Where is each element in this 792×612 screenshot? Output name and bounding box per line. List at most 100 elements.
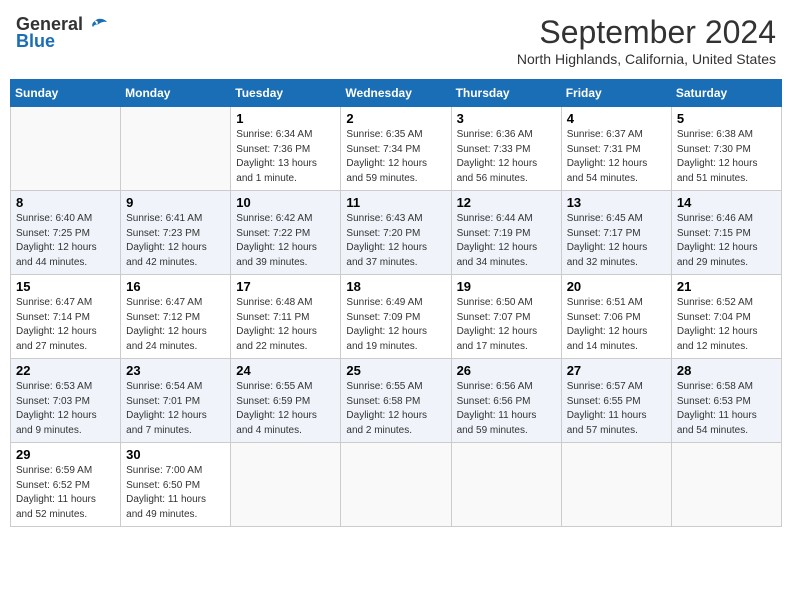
calendar-day-cell: 27 Sunrise: 6:57 AMSunset: 6:55 PMDayligh… bbox=[561, 359, 671, 443]
day-info: Sunrise: 6:38 AMSunset: 7:30 PMDaylight:… bbox=[677, 128, 776, 186]
day-number: 8 bbox=[16, 195, 115, 210]
logo: General Blue bbox=[16, 14, 107, 52]
day-info: Sunrise: 6:45 AMSunset: 7:17 PMDaylight:… bbox=[567, 212, 666, 270]
day-number: 21 bbox=[677, 279, 776, 294]
day-number: 29 bbox=[16, 447, 115, 462]
day-info: Sunrise: 6:35 AMSunset: 7:34 PMDaylight:… bbox=[346, 128, 445, 186]
col-header-tuesday: Tuesday bbox=[231, 80, 341, 107]
day-number: 25 bbox=[346, 363, 445, 378]
calendar-day-cell: 8 Sunrise: 6:40 AMSunset: 7:25 PMDaylight… bbox=[11, 191, 121, 275]
calendar-day-cell: 9 Sunrise: 6:41 AMSunset: 7:23 PMDaylight… bbox=[121, 191, 231, 275]
title-block: September 2024 North Highlands, Californ… bbox=[517, 14, 776, 67]
calendar-week-row: 15 Sunrise: 6:47 AMSunset: 7:14 PMDayligh… bbox=[11, 275, 782, 359]
day-info: Sunrise: 6:50 AMSunset: 7:07 PMDaylight:… bbox=[457, 296, 556, 354]
calendar-day-cell: 23 Sunrise: 6:54 AMSunset: 7:01 PMDayligh… bbox=[121, 359, 231, 443]
day-info: Sunrise: 6:57 AMSunset: 6:55 PMDaylight:… bbox=[567, 380, 666, 438]
day-number: 19 bbox=[457, 279, 556, 294]
day-number: 27 bbox=[567, 363, 666, 378]
day-number: 26 bbox=[457, 363, 556, 378]
calendar-day-cell: 22 Sunrise: 6:53 AMSunset: 7:03 PMDayligh… bbox=[11, 359, 121, 443]
day-info: Sunrise: 6:46 AMSunset: 7:15 PMDaylight:… bbox=[677, 212, 776, 270]
calendar-day-cell: 10 Sunrise: 6:42 AMSunset: 7:22 PMDayligh… bbox=[231, 191, 341, 275]
day-info: Sunrise: 6:54 AMSunset: 7:01 PMDaylight:… bbox=[126, 380, 225, 438]
empty-cell bbox=[451, 443, 561, 527]
calendar-day-cell: 1 Sunrise: 6:34 AMSunset: 7:36 PMDaylight… bbox=[231, 107, 341, 191]
day-info: Sunrise: 6:47 AMSunset: 7:12 PMDaylight:… bbox=[126, 296, 225, 354]
day-info: Sunrise: 6:56 AMSunset: 6:56 PMDaylight:… bbox=[457, 380, 556, 438]
day-number: 20 bbox=[567, 279, 666, 294]
day-number: 16 bbox=[126, 279, 225, 294]
page-header: General Blue September 2024 North Highla… bbox=[10, 10, 782, 71]
calendar-day-cell: 12 Sunrise: 6:44 AMSunset: 7:19 PMDayligh… bbox=[451, 191, 561, 275]
col-header-saturday: Saturday bbox=[671, 80, 781, 107]
col-header-monday: Monday bbox=[121, 80, 231, 107]
day-info: Sunrise: 6:48 AMSunset: 7:11 PMDaylight:… bbox=[236, 296, 335, 354]
day-number: 1 bbox=[236, 111, 335, 126]
day-info: Sunrise: 6:47 AMSunset: 7:14 PMDaylight:… bbox=[16, 296, 115, 354]
calendar-day-cell: 2 Sunrise: 6:35 AMSunset: 7:34 PMDaylight… bbox=[341, 107, 451, 191]
calendar-day-cell: 26 Sunrise: 6:56 AMSunset: 6:56 PMDayligh… bbox=[451, 359, 561, 443]
day-info: Sunrise: 6:41 AMSunset: 7:23 PMDaylight:… bbox=[126, 212, 225, 270]
calendar-week-row: 22 Sunrise: 6:53 AMSunset: 7:03 PMDayligh… bbox=[11, 359, 782, 443]
day-number: 5 bbox=[677, 111, 776, 126]
calendar-day-cell: 3 Sunrise: 6:36 AMSunset: 7:33 PMDaylight… bbox=[451, 107, 561, 191]
day-number: 12 bbox=[457, 195, 556, 210]
day-info: Sunrise: 6:52 AMSunset: 7:04 PMDaylight:… bbox=[677, 296, 776, 354]
calendar-day-cell: 4 Sunrise: 6:37 AMSunset: 7:31 PMDaylight… bbox=[561, 107, 671, 191]
day-info: Sunrise: 6:58 AMSunset: 6:53 PMDaylight:… bbox=[677, 380, 776, 438]
location: North Highlands, California, United Stat… bbox=[517, 51, 776, 67]
day-info: Sunrise: 6:43 AMSunset: 7:20 PMDaylight:… bbox=[346, 212, 445, 270]
logo-text-blue: Blue bbox=[16, 31, 55, 52]
day-info: Sunrise: 6:37 AMSunset: 7:31 PMDaylight:… bbox=[567, 128, 666, 186]
day-number: 22 bbox=[16, 363, 115, 378]
day-info: Sunrise: 6:59 AMSunset: 6:52 PMDaylight:… bbox=[16, 464, 115, 522]
day-info: Sunrise: 6:40 AMSunset: 7:25 PMDaylight:… bbox=[16, 212, 115, 270]
day-info: Sunrise: 6:44 AMSunset: 7:19 PMDaylight:… bbox=[457, 212, 556, 270]
day-number: 14 bbox=[677, 195, 776, 210]
day-info: Sunrise: 6:51 AMSunset: 7:06 PMDaylight:… bbox=[567, 296, 666, 354]
day-number: 11 bbox=[346, 195, 445, 210]
calendar-week-row: 29 Sunrise: 6:59 AMSunset: 6:52 PMDayligh… bbox=[11, 443, 782, 527]
day-info: Sunrise: 6:36 AMSunset: 7:33 PMDaylight:… bbox=[457, 128, 556, 186]
empty-cell bbox=[561, 443, 671, 527]
calendar-day-cell: 15 Sunrise: 6:47 AMSunset: 7:14 PMDayligh… bbox=[11, 275, 121, 359]
col-header-friday: Friday bbox=[561, 80, 671, 107]
calendar-day-cell: 16 Sunrise: 6:47 AMSunset: 7:12 PMDayligh… bbox=[121, 275, 231, 359]
day-number: 15 bbox=[16, 279, 115, 294]
day-number: 30 bbox=[126, 447, 225, 462]
day-number: 10 bbox=[236, 195, 335, 210]
month-title: September 2024 bbox=[517, 14, 776, 51]
calendar-day-cell: 29 Sunrise: 6:59 AMSunset: 6:52 PMDayligh… bbox=[11, 443, 121, 527]
calendar-day-cell: 17Sunrise: 6:48 AMSunset: 7:11 PMDayligh… bbox=[231, 275, 341, 359]
empty-cell bbox=[11, 107, 121, 191]
day-number: 28 bbox=[677, 363, 776, 378]
day-info: Sunrise: 6:53 AMSunset: 7:03 PMDaylight:… bbox=[16, 380, 115, 438]
day-info: Sunrise: 6:55 AMSunset: 6:59 PMDaylight:… bbox=[236, 380, 335, 438]
empty-cell bbox=[341, 443, 451, 527]
empty-cell bbox=[121, 107, 231, 191]
day-number: 23 bbox=[126, 363, 225, 378]
day-number: 13 bbox=[567, 195, 666, 210]
col-header-thursday: Thursday bbox=[451, 80, 561, 107]
day-number: 18 bbox=[346, 279, 445, 294]
day-info: Sunrise: 6:42 AMSunset: 7:22 PMDaylight:… bbox=[236, 212, 335, 270]
col-header-sunday: Sunday bbox=[11, 80, 121, 107]
calendar-day-cell: 20 Sunrise: 6:51 AMSunset: 7:06 PMDayligh… bbox=[561, 275, 671, 359]
col-header-wednesday: Wednesday bbox=[341, 80, 451, 107]
calendar-day-cell: 28 Sunrise: 6:58 AMSunset: 6:53 PMDayligh… bbox=[671, 359, 781, 443]
day-info: Sunrise: 6:34 AMSunset: 7:36 PMDaylight:… bbox=[236, 128, 335, 186]
day-info: Sunrise: 7:00 AMSunset: 6:50 PMDaylight:… bbox=[126, 464, 225, 522]
calendar-day-cell: 13 Sunrise: 6:45 AMSunset: 7:17 PMDayligh… bbox=[561, 191, 671, 275]
logo-bird-icon bbox=[85, 17, 107, 33]
calendar-day-cell: 11 Sunrise: 6:43 AMSunset: 7:20 PMDayligh… bbox=[341, 191, 451, 275]
empty-cell bbox=[231, 443, 341, 527]
day-number: 3 bbox=[457, 111, 556, 126]
day-number: 4 bbox=[567, 111, 666, 126]
day-number: 9 bbox=[126, 195, 225, 210]
empty-cell bbox=[671, 443, 781, 527]
calendar-table: SundayMondayTuesdayWednesdayThursdayFrid… bbox=[10, 79, 782, 527]
calendar-day-cell: 25Sunrise: 6:55 AMSunset: 6:58 PMDayligh… bbox=[341, 359, 451, 443]
calendar-day-cell: 14 Sunrise: 6:46 AMSunset: 7:15 PMDayligh… bbox=[671, 191, 781, 275]
calendar-day-cell: 24Sunrise: 6:55 AMSunset: 6:59 PMDayligh… bbox=[231, 359, 341, 443]
day-number: 2 bbox=[346, 111, 445, 126]
